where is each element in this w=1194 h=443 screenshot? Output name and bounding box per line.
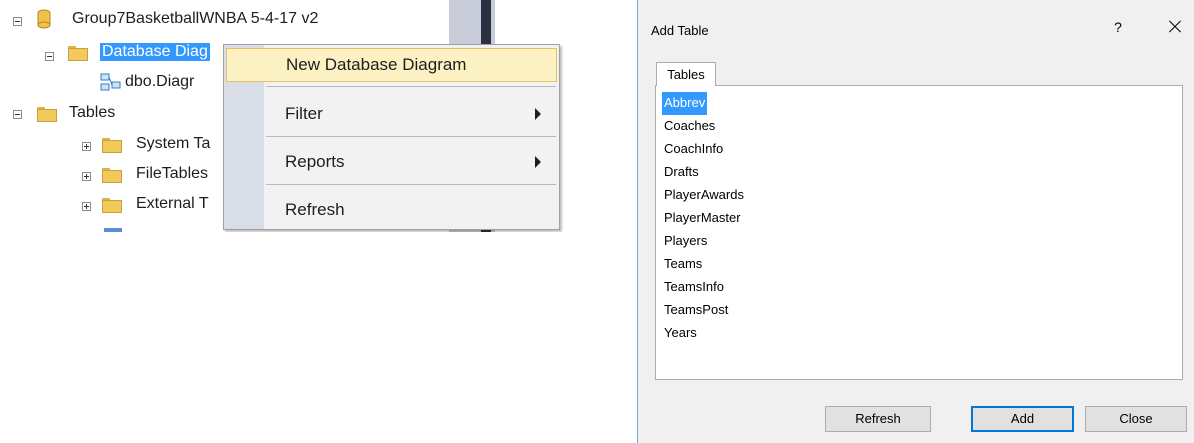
- table-list-item[interactable]: Teams: [662, 253, 746, 276]
- menu-item-label: Refresh: [285, 200, 345, 219]
- context-menu: New Database Diagram Filter Reports Refr…: [223, 44, 560, 230]
- menu-item-label: New Database Diagram: [286, 55, 467, 74]
- menu-item-new-database-diagram[interactable]: New Database Diagram: [226, 48, 557, 82]
- submenu-arrow-icon: [535, 156, 541, 168]
- database-node-label[interactable]: Group7BasketballWNBA 5-4-17 v2: [72, 10, 318, 28]
- tree-node-diagram[interactable]: dbo.Diagr: [125, 73, 194, 91]
- object-explorer: Group7BasketballWNBA 5-4-17 v2 Database …: [0, 0, 565, 232]
- dialog-title: Add Table: [651, 23, 709, 38]
- folder-icon: [102, 198, 122, 213]
- expand-toggle-external-tables[interactable]: [82, 202, 91, 211]
- close-button[interactable]: Close: [1085, 406, 1187, 432]
- tree-node-system-tables[interactable]: System Ta: [136, 135, 210, 153]
- menu-separator: [266, 86, 556, 87]
- expand-toggle-filetables[interactable]: [82, 172, 91, 181]
- table-list-item[interactable]: Players: [662, 230, 746, 253]
- table-list-item[interactable]: Years: [662, 322, 746, 345]
- add-button[interactable]: Add: [971, 406, 1074, 432]
- collapse-toggle-tables[interactable]: [13, 110, 22, 119]
- diagram-icon: [100, 73, 121, 91]
- table-list-item[interactable]: PlayerAwards: [662, 184, 746, 207]
- menu-item-refresh[interactable]: Refresh: [226, 193, 557, 227]
- menu-separator: [266, 184, 556, 185]
- database-icon: [37, 9, 51, 29]
- collapse-toggle-database[interactable]: [13, 17, 22, 26]
- tables-list[interactable]: Abbrev Coaches CoachInfo Drafts PlayerAw…: [658, 92, 746, 345]
- tree-node-filetables[interactable]: FileTables: [136, 165, 208, 183]
- refresh-button[interactable]: Refresh: [825, 406, 931, 432]
- add-table-dialog: Add Table ? Tables Abbrev Coaches CoachI…: [637, 0, 1194, 443]
- menu-item-reports[interactable]: Reports: [226, 145, 557, 179]
- table-list-item[interactable]: TeamsInfo: [662, 276, 746, 299]
- menu-item-label: Filter: [285, 104, 323, 123]
- table-list-item[interactable]: Coaches: [662, 115, 746, 138]
- tree-node-database-diagrams[interactable]: Database Diag: [100, 43, 210, 61]
- table-list-item[interactable]: Drafts: [662, 161, 746, 184]
- expand-toggle-system-tables[interactable]: [82, 142, 91, 151]
- collapse-toggle-diagrams[interactable]: [45, 52, 54, 61]
- folder-icon: [68, 46, 88, 61]
- table-list-item[interactable]: TeamsPost: [662, 299, 746, 322]
- table-list-item[interactable]: Abbrev: [662, 92, 708, 115]
- table-list-item[interactable]: CoachInfo: [662, 138, 746, 161]
- tree-node-tables[interactable]: Tables: [69, 104, 115, 122]
- folder-icon: [102, 168, 122, 183]
- folder-icon: [102, 138, 122, 153]
- folder-icon: [37, 107, 57, 122]
- help-button[interactable]: ?: [1108, 17, 1128, 37]
- table-icon: [104, 228, 122, 232]
- table-list-item[interactable]: PlayerMaster: [662, 207, 746, 230]
- menu-separator: [266, 136, 556, 137]
- tree-node-external-tables[interactable]: External T: [136, 195, 209, 213]
- close-icon[interactable]: [1163, 15, 1187, 39]
- tab-tables[interactable]: Tables: [656, 62, 716, 86]
- menu-item-filter[interactable]: Filter: [226, 97, 557, 131]
- menu-item-label: Reports: [285, 152, 345, 171]
- tables-list-panel[interactable]: Abbrev Coaches CoachInfo Drafts PlayerAw…: [655, 85, 1183, 380]
- submenu-arrow-icon: [535, 108, 541, 120]
